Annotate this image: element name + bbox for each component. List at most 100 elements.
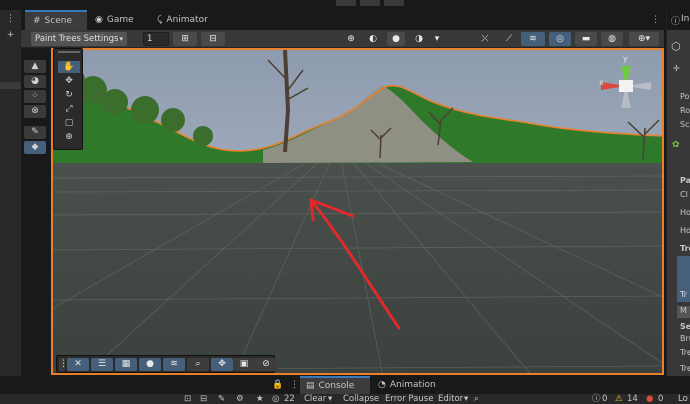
console-icon: ▤ bbox=[306, 381, 315, 391]
brush-layers-icon[interactable]: ≋ bbox=[163, 358, 185, 371]
tab-animation[interactable]: ◔ Animation bbox=[372, 376, 452, 394]
shading-solid-icon[interactable]: ● bbox=[387, 32, 405, 46]
warning-count: 14 bbox=[627, 394, 638, 404]
tab-animation-label: Animation bbox=[389, 380, 436, 390]
terrain-tools: ▲ ◕ ⁘ ⊗ ✎ ◆ bbox=[24, 56, 46, 156]
clear-menu-icon[interactable]: ▾ bbox=[328, 394, 332, 404]
brush-size-label: Bru bbox=[680, 334, 690, 343]
top-strip bbox=[0, 0, 690, 10]
status-icon-4[interactable]: ⚙ bbox=[236, 394, 244, 404]
increment-snap-button[interactable]: ⊟ bbox=[201, 32, 225, 46]
lighting-toggle-icon[interactable]: ⟋ bbox=[501, 32, 517, 46]
rotation-label: Ro bbox=[680, 106, 690, 115]
paint-trees-icon[interactable]: ⁘ bbox=[24, 90, 46, 103]
effects-toggle-button[interactable]: ≋ bbox=[521, 32, 545, 46]
inspector-panel: ⓘ In ⬡ ✛ Po Ro Sc ✿ Pa Cl Ho Ho Tre Tr M… bbox=[666, 10, 690, 376]
animator-icon: ⤹ bbox=[157, 15, 163, 25]
grid-snap-button[interactable]: ⊞ bbox=[173, 32, 197, 46]
scene-tab-bar: # Scene ◉ Game ⤹ Animator ⋮ bbox=[21, 10, 664, 30]
editor-dropdown[interactable]: Editor bbox=[438, 394, 463, 404]
menu-icon[interactable]: ⋮ bbox=[4, 14, 17, 25]
rect-tool-icon[interactable]: ▢ bbox=[58, 117, 80, 129]
search-icon[interactable]: ⌕ bbox=[187, 358, 209, 371]
search-icon-console[interactable]: ⌕ bbox=[474, 394, 479, 404]
scene-render bbox=[53, 50, 662, 373]
inspector-lo-label: Lo bbox=[678, 394, 688, 404]
play-button[interactable] bbox=[336, 0, 356, 6]
add-icon[interactable]: + bbox=[4, 30, 17, 41]
camera-settings-button[interactable]: ▬ bbox=[575, 32, 597, 46]
visibility-toggle-button[interactable]: ◎ bbox=[549, 32, 571, 46]
lock-icon[interactable]: 🔒 bbox=[272, 380, 283, 390]
bottom-tab-bar: ▤ Console ◔ Animation bbox=[300, 376, 690, 394]
status-icon-3[interactable]: ✎ bbox=[218, 394, 225, 404]
raise-terrain-icon[interactable]: ▲ bbox=[24, 60, 46, 73]
tab-game-label: Game bbox=[106, 15, 134, 25]
error-message-icon[interactable]: ● bbox=[646, 394, 653, 404]
mass-place-button[interactable]: M bbox=[677, 306, 690, 318]
tree-density-label: Tre bbox=[680, 348, 690, 357]
collapse-button[interactable]: Collapse bbox=[343, 394, 379, 404]
tab-game[interactable]: ◉ Game bbox=[87, 10, 147, 30]
hidden-count: 22 bbox=[284, 394, 295, 404]
shading-wire-icon[interactable]: ◐ bbox=[365, 32, 381, 46]
scale-label: Sc bbox=[680, 120, 690, 129]
paint-bucket-icon[interactable]: ◆ bbox=[24, 141, 46, 154]
shading-menu-icon[interactable]: ▾ bbox=[431, 32, 443, 46]
gizmos-menu-button[interactable]: ⊕▾ bbox=[629, 32, 659, 46]
gizmos-button[interactable]: ◍ bbox=[601, 32, 623, 46]
tool-settings-label: Paint Trees Settings bbox=[35, 34, 119, 44]
transform-icon: ✛ bbox=[673, 64, 680, 73]
overlay-drag-handle[interactable] bbox=[58, 51, 80, 57]
favorite-icon[interactable]: ★ bbox=[256, 394, 264, 404]
scale-tool-icon[interactable]: ⤢ bbox=[58, 103, 80, 115]
paint-grass-icon[interactable]: ▦ bbox=[115, 358, 137, 371]
brush-value-field[interactable]: 1 bbox=[143, 32, 169, 46]
grid-icon: # bbox=[33, 16, 41, 26]
error-pause-button[interactable]: Error Pause bbox=[385, 394, 433, 404]
navigation-icon[interactable]: ⊘ bbox=[255, 358, 277, 371]
error-icon[interactable]: ⓘ bbox=[592, 394, 601, 404]
brush-value: 1 bbox=[147, 34, 153, 44]
scene-viewport[interactable]: x y bbox=[51, 48, 664, 375]
gizmo-y-label: y bbox=[623, 54, 628, 63]
clear-button[interactable]: Clear bbox=[304, 394, 326, 404]
camera-icon[interactable]: ▣ bbox=[233, 358, 255, 371]
paint-texture-icon[interactable]: ◕ bbox=[24, 75, 46, 88]
editor-dropdown-icon[interactable]: ▾ bbox=[464, 394, 468, 404]
tab-menu-icon[interactable]: ⋮ bbox=[651, 15, 660, 25]
terrain-overlay-toolbar: ⋮ ✕ ☰ ▦ ● ≋ ⌕ ✥ ▣ ⊘ bbox=[56, 355, 277, 373]
tool-settings-dropdown[interactable]: Paint Trees Settings ▾ bbox=[31, 32, 127, 46]
status-icon-2[interactable]: ⊟ bbox=[200, 394, 207, 404]
hand-tool-icon[interactable]: ✋ bbox=[58, 61, 80, 73]
clear-label: Cl bbox=[680, 190, 688, 199]
pause-button[interactable] bbox=[360, 0, 380, 6]
tools-overlay: ✋ ✥ ↻ ⤢ ▢ ⊕ bbox=[53, 48, 83, 150]
terrain-icon: ✿ bbox=[672, 140, 680, 150]
brush-icon[interactable]: ✎ bbox=[24, 126, 46, 139]
hierarchy-selected-row[interactable] bbox=[0, 82, 21, 89]
brush-shape-icon[interactable]: ● bbox=[139, 358, 161, 371]
rotate-tool-icon[interactable]: ↻ bbox=[58, 89, 80, 101]
tab-animator-label: Animator bbox=[166, 15, 208, 25]
tab-scene[interactable]: # Scene bbox=[25, 10, 87, 30]
move-icon[interactable]: ✥ bbox=[211, 358, 233, 371]
tab-animator[interactable]: ⤹ Animator bbox=[149, 10, 229, 30]
terrain-tools-icon[interactable]: ✕ bbox=[67, 358, 89, 371]
warning-icon[interactable]: ⚠ bbox=[615, 394, 623, 404]
overlay-bottom-handle[interactable]: ⋮ bbox=[59, 358, 68, 371]
gizmo-x-label: x bbox=[599, 78, 604, 87]
global-icon[interactable]: ⊕ bbox=[343, 32, 359, 46]
shading-lit-icon[interactable]: ◑ bbox=[411, 32, 427, 46]
paint-details-icon[interactable]: ⊗ bbox=[24, 105, 46, 118]
tab-console[interactable]: ▤ Console bbox=[300, 376, 370, 394]
status-icon-1[interactable]: ⊡ bbox=[184, 394, 191, 404]
step-button[interactable] bbox=[384, 0, 404, 6]
transform-tool-icon[interactable]: ⊕ bbox=[58, 131, 80, 143]
tree-prototype-slot[interactable]: Tr bbox=[677, 256, 690, 302]
move-tool-icon[interactable]: ✥ bbox=[58, 75, 80, 87]
inspector-tab[interactable]: ⓘ In bbox=[667, 10, 690, 30]
2d-toggle-icon[interactable]: ⤬ bbox=[477, 32, 493, 46]
terrain-settings-icon[interactable]: ☰ bbox=[91, 358, 113, 371]
panel-menu-icon[interactable]: ⋮ bbox=[290, 380, 299, 390]
